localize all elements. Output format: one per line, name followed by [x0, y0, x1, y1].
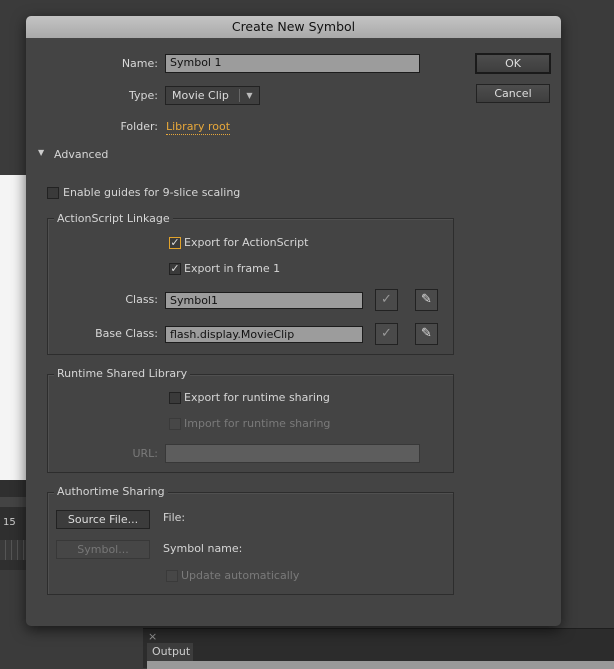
symbol-button: Symbol... — [56, 540, 150, 559]
check-icon: ✓ — [381, 326, 392, 341]
export-runtime-checkbox[interactable] — [169, 392, 181, 404]
advanced-toggle[interactable]: Advanced — [54, 148, 108, 162]
edit-class-button[interactable]: ✎ — [415, 289, 438, 311]
validate-class-button[interactable]: ✓ — [375, 289, 398, 311]
base-class-input[interactable]: flash.display.MovieClip — [165, 326, 363, 343]
chevron-down-icon: ▼ — [239, 89, 259, 102]
folder-label: Folder: — [120, 120, 158, 133]
symbol-name-label: Symbol name: — [163, 542, 243, 555]
pencil-icon: ✎ — [421, 292, 432, 307]
url-label: URL: — [132, 447, 158, 460]
folder-link[interactable]: Library root — [166, 120, 231, 135]
file-label: File: — [163, 511, 186, 524]
checkmark-icon: ✓ — [170, 236, 180, 249]
close-icon[interactable]: × — [148, 630, 157, 643]
cancel-button[interactable]: Cancel — [476, 84, 550, 103]
export-actionscript-label: Export for ActionScript — [184, 236, 309, 249]
actionscript-linkage-title: ActionScript Linkage — [54, 212, 173, 226]
export-frame1-label: Export in frame 1 — [184, 262, 281, 275]
pencil-icon: ✎ — [421, 326, 432, 341]
type-value: Movie Clip — [172, 89, 229, 102]
validate-base-class-button[interactable]: ✓ — [375, 323, 398, 345]
type-label: Type: — [129, 89, 158, 102]
update-automatically-label: Update automatically — [181, 569, 300, 582]
timeline-frame-number: 15 — [3, 517, 16, 528]
export-actionscript-checkbox[interactable]: ✓ — [169, 237, 181, 249]
tab-output[interactable]: Output — [147, 643, 193, 661]
name-label: Name: — [121, 57, 158, 70]
output-panel: × Output — [143, 628, 614, 669]
expand-triangle-icon[interactable]: ▼ — [38, 148, 44, 157]
ok-button[interactable]: OK — [475, 53, 551, 74]
dialog-title: Create New Symbol — [26, 16, 561, 38]
type-select[interactable]: Movie Clip ▼ — [165, 86, 260, 105]
authortime-sharing-title: Authortime Sharing — [54, 485, 168, 499]
create-new-symbol-dialog: Create New Symbol Name: Symbol 1 Type: M… — [26, 16, 561, 626]
edit-base-class-button[interactable]: ✎ — [415, 323, 438, 345]
checkmark-icon: ✓ — [170, 262, 180, 275]
import-runtime-label: Import for runtime sharing — [184, 417, 331, 430]
url-input — [165, 444, 420, 463]
export-runtime-label: Export for runtime sharing — [184, 391, 330, 404]
import-runtime-checkbox — [169, 418, 181, 430]
name-input[interactable]: Symbol 1 — [165, 54, 420, 73]
check-icon: ✓ — [381, 292, 392, 307]
class-input[interactable]: Symbol1 — [165, 292, 363, 309]
source-file-button[interactable]: Source File... — [56, 510, 150, 529]
export-frame1-checkbox[interactable]: ✓ — [169, 263, 181, 275]
update-automatically-checkbox — [166, 570, 178, 582]
nine-slice-checkbox[interactable] — [47, 187, 59, 199]
class-label: Class: — [125, 293, 158, 306]
base-class-label: Base Class: — [95, 327, 158, 340]
runtime-shared-library-title: Runtime Shared Library — [54, 367, 191, 381]
nine-slice-label: Enable guides for 9-slice scaling — [63, 186, 241, 199]
